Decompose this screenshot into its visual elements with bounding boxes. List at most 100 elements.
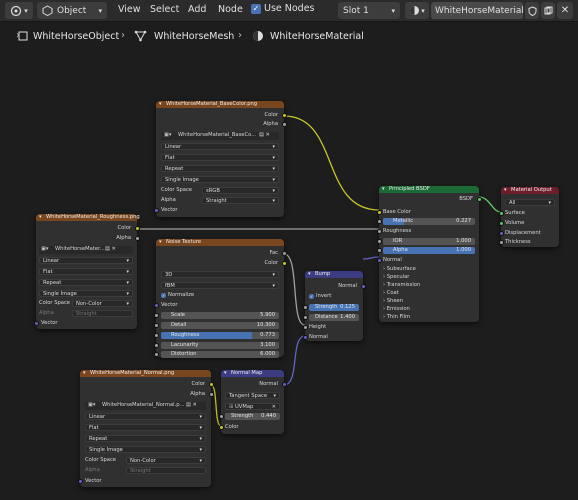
node-header[interactable]: ▾ WhiteHorseMaterial_Roughness.png	[36, 214, 140, 221]
uvmap-select[interactable]: ⊞ UVMap ✕	[225, 403, 280, 410]
input-displacement-socket[interactable]	[498, 231, 504, 236]
extension-select[interactable]: Repeat ▾	[85, 435, 206, 442]
image-selector[interactable]: ▣▾ WhiteHorseMaterial_Normal.p... ▤ ✕	[85, 402, 206, 410]
node-header[interactable]: ▾ Normal Map	[221, 370, 284, 377]
node-header[interactable]: ▾ WhiteHorseMaterial_Normal.png	[80, 370, 211, 377]
image-actions-icon[interactable]: ▤ ✕	[186, 402, 197, 409]
output-bsdf-socket[interactable]	[476, 197, 482, 202]
output-normal-socket[interactable]	[360, 284, 366, 289]
interpolation-select[interactable]: Linear ▾	[85, 413, 206, 420]
colorspace-select[interactable]: sRGB ▾	[202, 187, 279, 194]
ior-field[interactable]: IOR 1.000	[383, 238, 475, 245]
input-thickness-socket[interactable]	[498, 240, 504, 245]
input-roughness-socket[interactable]	[153, 333, 159, 338]
input-vector-socket[interactable]	[153, 208, 159, 213]
input-volume-socket[interactable]	[498, 221, 504, 226]
projection-select[interactable]: Flat ▾	[85, 424, 206, 431]
panel-specular[interactable]: › Specular	[383, 274, 409, 281]
input-surface-socket[interactable]	[498, 211, 504, 216]
panel-subsurface[interactable]: › Subsurface	[383, 266, 416, 273]
node-header[interactable]: ▾ Material Output	[501, 187, 559, 194]
distortion-field[interactable]: Distortion 6.000	[161, 351, 279, 358]
panel-transmission[interactable]: › Transmission	[383, 282, 420, 289]
output-color-socket[interactable]	[281, 113, 287, 118]
input-ior-socket[interactable]	[376, 239, 382, 244]
noise-type-select[interactable]: fBM ▾	[161, 282, 279, 289]
output-normal-socket[interactable]	[281, 382, 287, 387]
input-metallic-socket[interactable]	[376, 219, 382, 224]
input-strength-socket[interactable]	[302, 305, 308, 310]
output-alpha-socket[interactable]	[208, 392, 214, 397]
alpha-mode-select[interactable]: Straight	[72, 310, 133, 317]
interpolation-select[interactable]: Linear ▾	[39, 257, 133, 264]
image-selector[interactable]: ▣▾ WhiteHorseMater... ▤ ✕	[39, 246, 133, 254]
scale-field[interactable]: Scale 5.900	[161, 312, 279, 319]
invert-toggle[interactable]: ✓ Invert	[309, 293, 331, 300]
node-basecolor-texture[interactable]: ▾ WhiteHorseMaterial_BaseColor.png Color …	[153, 101, 287, 217]
input-vector-socket[interactable]	[77, 479, 83, 484]
panel-thin-film[interactable]: › Thin Film	[383, 314, 410, 321]
normalize-toggle[interactable]: ✓ Normalize	[161, 292, 194, 299]
output-color-socket[interactable]	[208, 382, 214, 387]
input-vector-socket[interactable]	[153, 303, 159, 308]
projection-select[interactable]: Flat ▾	[161, 154, 279, 161]
image-actions-icon[interactable]: ▤ ✕	[105, 246, 116, 253]
input-color-socket[interactable]	[218, 425, 224, 430]
colorspace-select[interactable]: Non-Color ▾	[126, 457, 206, 464]
strength-slider[interactable]: Strength 0.125	[309, 304, 359, 311]
dimensions-select[interactable]: 3D ▾	[161, 271, 279, 278]
alpha-slider[interactable]: Alpha 1.000	[383, 247, 475, 254]
extension-select[interactable]: Repeat ▾	[161, 165, 279, 172]
output-alpha-socket[interactable]	[134, 236, 140, 241]
metallic-slider[interactable]: Metallic 0.227	[383, 218, 475, 225]
output-fac-socket[interactable]	[281, 251, 287, 256]
source-select[interactable]: Single Image ▾	[39, 290, 133, 297]
panel-emission[interactable]: › Emission	[383, 306, 410, 313]
input-height-socket[interactable]	[302, 325, 308, 330]
input-alpha-socket[interactable]	[376, 248, 382, 253]
node-material-output[interactable]: ▾ Material Output All ▾ Surface Volume Dis…	[498, 187, 559, 247]
colorspace-select[interactable]: Non-Color ▾	[72, 300, 133, 307]
input-strength-socket[interactable]	[218, 414, 224, 419]
node-header[interactable]: ▾ Bump	[305, 271, 363, 278]
node-header[interactable]: ▾ Noise Texture	[156, 239, 284, 246]
output-color-socket[interactable]	[281, 261, 287, 266]
input-detail-socket[interactable]	[153, 323, 159, 328]
node-principled-bsdf[interactable]: ▾ Principled BSDF BSDF Base Color Metalli…	[376, 186, 482, 322]
input-lacunarity-socket[interactable]	[153, 343, 159, 348]
image-actions-icon[interactable]: ▤ ✕	[259, 132, 270, 139]
output-color-socket[interactable]	[134, 226, 140, 231]
panel-sheen[interactable]: › Sheen	[383, 298, 403, 305]
distance-field[interactable]: Distance 1.400	[309, 314, 359, 321]
input-normal-socket[interactable]	[302, 335, 308, 340]
input-distance-socket[interactable]	[302, 315, 308, 320]
output-alpha-socket[interactable]	[281, 122, 287, 127]
input-basecolor-socket[interactable]	[376, 210, 382, 215]
extension-select[interactable]: Repeat ▾	[39, 279, 133, 286]
node-roughness-texture[interactable]: ▾ WhiteHorseMaterial_Roughness.png Color …	[33, 214, 140, 329]
image-selector[interactable]: ▣▾ WhiteHorseMaterial_BaseCo... ▤ ✕	[161, 132, 279, 140]
input-vector-socket[interactable]	[33, 321, 39, 326]
node-header[interactable]: ▾ Principled BSDF	[379, 186, 479, 193]
roughness-slider[interactable]: Roughness 0.773	[161, 332, 279, 339]
interpolation-select[interactable]: Linear ▾	[161, 143, 279, 150]
detail-field[interactable]: Detail 10.300	[161, 322, 279, 329]
source-select[interactable]: Single Image ▾	[161, 176, 279, 183]
panel-coat[interactable]: › Coat	[383, 290, 399, 297]
strength-field[interactable]: Strength 0.440	[225, 413, 280, 420]
alpha-mode-select[interactable]: Straight	[126, 467, 206, 474]
node-normal-map[interactable]: ▾ Normal Map Normal Tangent Space ▾ ⊞ UVMa…	[218, 370, 287, 434]
alpha-mode-select[interactable]: Straight ▾	[202, 197, 279, 204]
node-noise-texture[interactable]: ▾ Noise Texture Fac Color 3D ▾ fBM ▾ ✓ Norma…	[153, 239, 287, 358]
node-bump[interactable]: ▾ Bump Normal ✓ Invert Strength 0.125 Dista…	[302, 271, 366, 341]
target-select[interactable]: All ▾	[505, 199, 555, 206]
node-header[interactable]: ▾ WhiteHorseMaterial_BaseColor.png	[156, 101, 284, 108]
node-normal-texture[interactable]: ▾ WhiteHorseMaterial_Normal.png Color Alp…	[77, 370, 214, 487]
space-select[interactable]: Tangent Space ▾	[225, 392, 280, 399]
lacunarity-field[interactable]: Lacunarity 3.100	[161, 342, 279, 349]
input-scale-socket[interactable]	[153, 313, 159, 318]
input-distortion-socket[interactable]	[153, 352, 159, 357]
input-normal-socket[interactable]	[376, 258, 382, 263]
projection-select[interactable]: Flat ▾	[39, 268, 133, 275]
input-roughness-socket[interactable]	[376, 229, 382, 234]
